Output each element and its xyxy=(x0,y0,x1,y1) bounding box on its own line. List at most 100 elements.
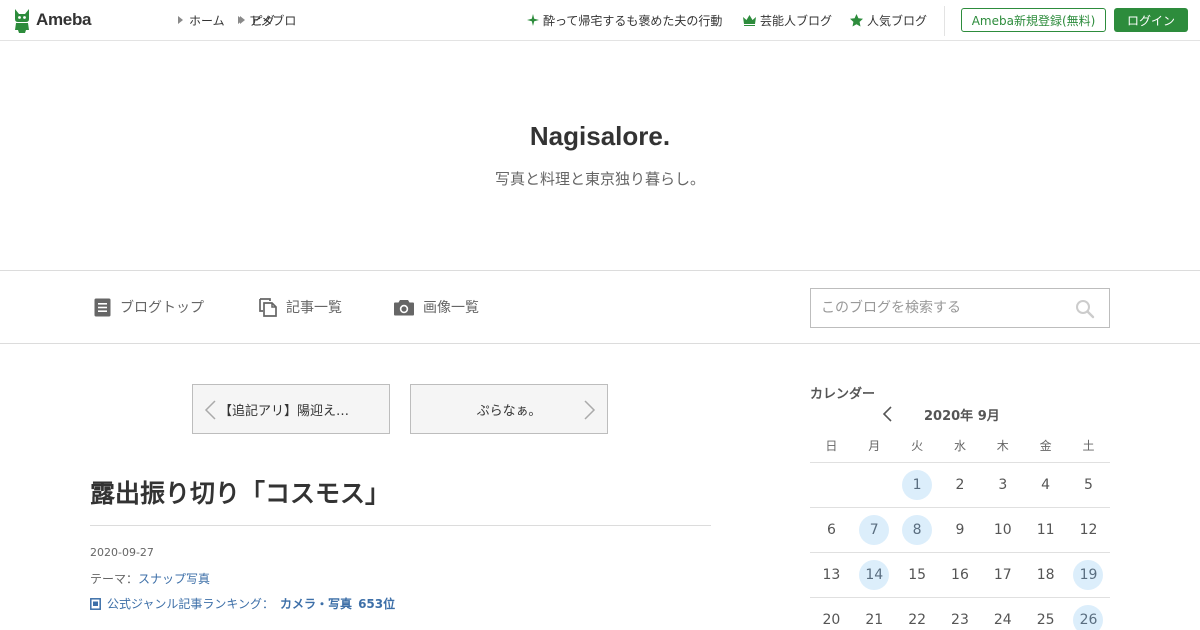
blog-header: Nagisalore. 写真と料理と東京独り暮らし。 xyxy=(0,41,1200,270)
prev-entry-label: 【追記アリ】陽迎え… xyxy=(219,403,350,419)
blog-search-box xyxy=(810,288,1110,328)
global-header: Ameba ホーム ピグ アメブロ 酔って帰宅するも褒めた夫の行動 芸能人ブログ… xyxy=(0,0,1200,41)
chevron-left-icon xyxy=(204,400,216,420)
theme-link[interactable]: スナップ写真 xyxy=(138,572,210,586)
calendar-weekday: 火 xyxy=(911,438,924,453)
calendar-day-link[interactable]: 7 xyxy=(859,515,890,545)
ameba-mascot-icon xyxy=(15,9,29,33)
calendar-day: 20 xyxy=(822,612,841,628)
calendar-day-link[interactable]: 8 xyxy=(902,515,933,545)
calendar-day[interactable]: 14 xyxy=(853,553,896,597)
trending-topic-label: 酔って帰宅するも褒めた夫の行動 xyxy=(543,13,723,28)
calendar-day-link[interactable]: 19 xyxy=(1073,560,1104,590)
prev-entry-button[interactable]: 【追記アリ】陽迎え… xyxy=(192,384,390,434)
calendar-weekday: 土 xyxy=(1082,438,1095,453)
calendar-day: 21 xyxy=(865,612,884,628)
entry-theme: テーマ：スナップ写真 xyxy=(90,570,210,587)
sparkle-icon xyxy=(527,14,539,26)
blog-nav: ブログトップ 記事一覧 画像一覧 xyxy=(0,270,1200,344)
calendar-weekday: 月 xyxy=(868,438,881,453)
genre-ranking-link[interactable]: 公式ジャンル記事ランキング： カメラ・写真 653位 xyxy=(90,595,395,612)
theme-prefix: テーマ： xyxy=(90,572,139,586)
nav-ameblo-label: アメブロ xyxy=(249,13,297,28)
calendar-weekday-row: 日月火水木金土 xyxy=(810,428,1110,463)
calendar-day[interactable]: 19 xyxy=(1067,553,1110,597)
ranking-prefix: 公式ジャンル記事ランキング： xyxy=(107,597,275,611)
chevron-right-icon xyxy=(584,400,596,420)
calendar-grid: 日月火水木金土 1 2 3 4 5 6 7 8 9 10 11 12 13 14 15 16 17 18 19 20 21… xyxy=(810,428,1110,630)
ameba-logo[interactable]: Ameba xyxy=(12,6,91,34)
calendar-heading: カレンダー xyxy=(810,387,876,402)
calendar-month-header: 2020年 9月 xyxy=(810,405,1110,424)
calendar-day: 2 xyxy=(955,477,965,493)
popular-blog-label: 人気ブログ xyxy=(867,13,928,28)
calendar-day-link[interactable]: 14 xyxy=(859,560,890,590)
arrow-right-icon xyxy=(238,16,243,24)
calendar-week-row: 13 14 15 16 17 18 19 xyxy=(810,553,1110,598)
entry-date: 2020-09-27 xyxy=(90,546,154,559)
calendar-day[interactable]: 26 xyxy=(1067,598,1110,630)
blog-top-label: ブログトップ xyxy=(120,300,204,316)
calendar-weekday: 日 xyxy=(825,438,838,453)
trending-topic-link[interactable]: 酔って帰宅するも褒めた夫の行動 xyxy=(527,0,722,40)
calendar-day: 12 xyxy=(1079,522,1098,538)
register-button[interactable]: Ameba新規登録(無料) xyxy=(961,8,1106,32)
logo-text: Ameba xyxy=(36,10,92,29)
copy-icon xyxy=(259,297,277,317)
calendar-week-row: 20 21 22 23 24 25 26 xyxy=(810,598,1110,630)
calendar-day: 4 xyxy=(1041,477,1051,493)
calendar-day: 23 xyxy=(951,612,969,628)
calendar-day: 24 xyxy=(993,612,1012,628)
calendar-day: 13 xyxy=(822,567,841,583)
blog-title[interactable]: Nagisalore. xyxy=(0,121,1200,152)
calendar-day: 3 xyxy=(998,477,1008,493)
calendar-day-link[interactable]: 26 xyxy=(1073,605,1104,630)
calendar-day[interactable]: 8 xyxy=(896,508,939,552)
next-entry-button[interactable]: ぷらなぁ。 xyxy=(410,384,608,434)
star-icon xyxy=(850,13,863,26)
calendar-day: 5 xyxy=(1084,477,1093,493)
calendar-month-label: 2020年 9月 xyxy=(924,409,1000,424)
global-nav-ameblo[interactable]: アメブロ xyxy=(238,0,296,40)
calendar-weekday: 金 xyxy=(1039,438,1052,453)
calendar-day: 18 xyxy=(1036,567,1055,583)
camera-icon xyxy=(394,299,414,315)
image-list-label: 画像一覧 xyxy=(423,300,479,316)
blog-search-input[interactable] xyxy=(811,289,1061,327)
celebrity-blog-link[interactable]: 芸能人ブログ xyxy=(743,0,832,40)
calendar-day xyxy=(853,463,896,507)
image-list-link[interactable]: 画像一覧 xyxy=(394,271,479,343)
popular-blog-link[interactable]: 人気ブログ xyxy=(850,0,927,40)
crown-icon xyxy=(743,14,756,26)
search-icon[interactable] xyxy=(1075,299,1095,319)
entry-title: 露出振り切り「コスモス」 xyxy=(90,479,391,508)
calendar-day: 9 xyxy=(955,522,965,538)
calendar-day: 25 xyxy=(1036,612,1055,628)
login-button[interactable]: ログイン xyxy=(1114,8,1188,32)
calendar-weekday: 水 xyxy=(953,438,966,453)
ranking-rank: 653位 xyxy=(358,597,396,611)
calendar-day[interactable]: 7 xyxy=(853,508,896,552)
calendar-day: 10 xyxy=(993,522,1012,538)
ranking-genre: カメラ・写真 xyxy=(280,597,353,611)
arrow-right-icon xyxy=(178,16,183,24)
calendar-week-row: 6 7 8 9 10 11 12 xyxy=(810,508,1110,553)
calendar-day: 11 xyxy=(1036,522,1055,538)
calendar-prev-month-icon[interactable] xyxy=(882,406,894,422)
blog-top-link[interactable]: ブログトップ xyxy=(94,271,204,343)
calendar-weekday: 木 xyxy=(996,438,1009,453)
calendar-day: 22 xyxy=(908,612,927,628)
calendar-day: 16 xyxy=(951,567,969,583)
calendar-day: 17 xyxy=(993,567,1012,583)
calendar-week-row: 1 2 3 4 5 xyxy=(810,463,1110,508)
entry-list-label: 記事一覧 xyxy=(286,300,342,316)
entry-list-link[interactable]: 記事一覧 xyxy=(259,271,342,343)
calendar-day-link[interactable]: 1 xyxy=(902,470,933,500)
celebrity-blog-label: 芸能人ブログ xyxy=(760,13,833,28)
title-divider xyxy=(90,525,711,526)
global-nav-home[interactable]: ホーム xyxy=(178,0,225,40)
next-entry-label: ぷらなぁ。 xyxy=(476,403,542,419)
nav-home-label: ホーム xyxy=(189,13,225,28)
calendar-day[interactable]: 1 xyxy=(896,463,939,507)
header-divider xyxy=(944,6,945,36)
